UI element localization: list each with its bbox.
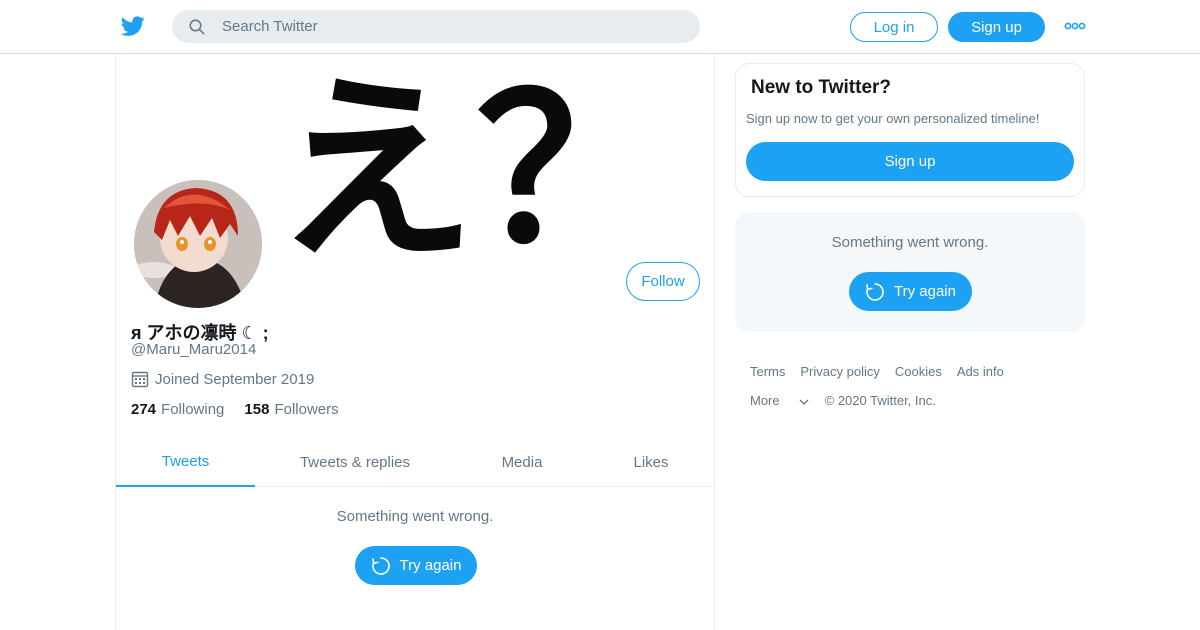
profile-tabs: Tweets Tweets & replies Media Likes — [116, 437, 714, 487]
svg-text:え？: え？ — [276, 55, 676, 254]
sidebar-retry-button[interactable]: Try again — [849, 272, 972, 311]
tab-likes[interactable]: Likes — [616, 437, 686, 487]
search-box[interactable] — [172, 10, 700, 43]
timeline-retry-button[interactable]: Try again — [355, 546, 477, 585]
more-options-icon[interactable] — [1064, 18, 1086, 34]
sidebar-retry-label: Try again — [894, 283, 956, 300]
signup-card-title: New to Twitter? — [751, 77, 892, 98]
profile-column: え？ Follow я アホの凛時 ☾ ; @Maru_Maru2014 Joi… — [115, 54, 715, 630]
calendar-icon — [131, 371, 149, 388]
copyright-text: © 2020 Twitter, Inc. — [824, 393, 936, 408]
footer-more-menu[interactable]: More — [750, 393, 810, 408]
login-button[interactable]: Log in — [850, 12, 938, 42]
followers-label: Followers — [274, 401, 339, 418]
new-to-twitter-card: New to Twitter? Sign up now to get your … — [735, 63, 1085, 197]
footer-link-terms[interactable]: Terms — [750, 364, 785, 379]
avatar[interactable] — [131, 177, 265, 311]
tab-tweets-replies[interactable]: Tweets & replies — [276, 437, 434, 487]
footer-link-cookies[interactable]: Cookies — [895, 364, 942, 379]
follow-button[interactable]: Follow — [626, 262, 700, 301]
follow-stats: 274 Following 158 Followers — [131, 401, 359, 418]
timeline-error-message: Something went wrong. — [336, 508, 494, 525]
footer-link-ads-info[interactable]: Ads info — [957, 364, 1004, 379]
sidebar-error-message: Something went wrong. — [831, 234, 989, 251]
following-count: 274 — [131, 401, 157, 418]
followers-link[interactable]: 158 Followers — [244, 401, 338, 418]
tab-tweets[interactable]: Tweets — [116, 437, 255, 487]
chevron-down-icon — [799, 399, 809, 405]
search-input[interactable] — [222, 10, 682, 43]
top-navigation-bar: Log in Sign up — [0, 0, 1200, 54]
tab-media[interactable]: Media — [482, 437, 562, 487]
sidebar-signup-button[interactable]: Sign up — [746, 142, 1074, 181]
refresh-icon — [866, 282, 884, 301]
twitter-bird-icon[interactable] — [120, 14, 146, 38]
joined-date: Joined September 2019 — [131, 370, 314, 388]
refresh-icon — [371, 556, 390, 575]
footer-more-label: More — [750, 393, 780, 408]
signup-card-text: Sign up now to get your own personalized… — [746, 111, 1040, 126]
sidebar-error-card: Something went wrong. Try again — [735, 212, 1085, 332]
footer-links: Terms Privacy policy Cookies Ads info Mo… — [750, 364, 1080, 422]
user-handle[interactable]: @Maru_Maru2014 — [131, 341, 256, 358]
followers-count: 158 — [244, 401, 270, 418]
following-link[interactable]: 274 Following — [131, 401, 224, 418]
signup-button[interactable]: Sign up — [948, 12, 1045, 42]
joined-text: Joined September 2019 — [155, 370, 315, 388]
search-icon — [189, 19, 205, 35]
avatar-image — [134, 180, 262, 308]
footer-link-privacy[interactable]: Privacy policy — [800, 364, 879, 379]
timeline-retry-label: Try again — [399, 557, 462, 574]
following-label: Following — [161, 401, 225, 418]
